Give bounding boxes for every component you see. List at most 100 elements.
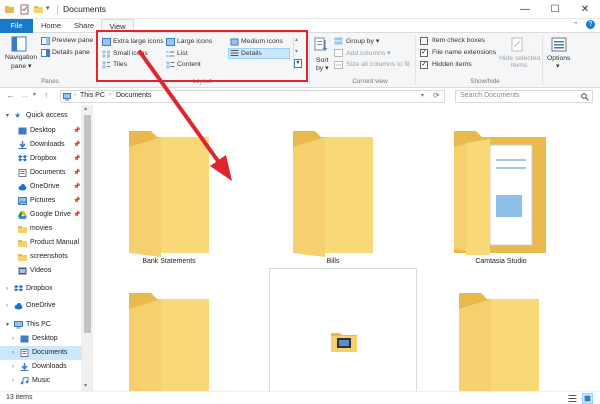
nav-pc-documents-selected[interactable]: › Documents bbox=[0, 346, 82, 360]
up-arrow-icon[interactable]: ↑ bbox=[44, 90, 49, 100]
pin-icon[interactable]: 📌 bbox=[73, 124, 80, 138]
breadcrumb-chevron-icon[interactable]: › bbox=[109, 92, 111, 98]
file-tile[interactable] bbox=[269, 268, 417, 391]
hidden-items-checkbox[interactable]: ✓ bbox=[420, 61, 428, 69]
new-folder-icon[interactable] bbox=[33, 4, 44, 15]
nav-item-documents[interactable]: Documents 📌 bbox=[0, 166, 82, 180]
pin-icon[interactable]: 📌 bbox=[73, 138, 80, 152]
options-dropdown-icon[interactable]: ▾ bbox=[556, 62, 559, 70]
collapse-arrow-icon[interactable]: ▾ bbox=[6, 318, 9, 332]
breadcrumb-chevron-icon[interactable]: › bbox=[74, 92, 76, 98]
nav-item-desktop[interactable]: Desktop 📌 bbox=[0, 124, 82, 138]
navigation-pane-label[interactable]: Navigation bbox=[5, 54, 37, 61]
expand-arrow-icon[interactable]: › bbox=[12, 374, 14, 388]
nav-onedrive-root[interactable]: › OneDrive bbox=[0, 299, 82, 313]
minimize-button[interactable]: — bbox=[510, 0, 540, 19]
expand-arrow-icon[interactable]: › bbox=[6, 299, 8, 313]
nav-dropbox-root[interactable]: › Dropbox bbox=[0, 282, 82, 296]
pictures-icon bbox=[18, 197, 27, 205]
nav-pc-downloads[interactable]: › Downloads bbox=[0, 360, 82, 374]
pin-icon[interactable]: 📌 bbox=[73, 166, 80, 180]
pin-icon[interactable]: 📌 bbox=[73, 180, 80, 194]
search-box[interactable]: Search Documents bbox=[455, 90, 593, 103]
add-columns-button[interactable]: Add columns ▾ bbox=[346, 49, 391, 57]
pin-icon[interactable]: 📌 bbox=[73, 208, 80, 222]
nav-scrollbar[interactable]: ▴ ▾ bbox=[82, 105, 93, 391]
folder-icon[interactable] bbox=[125, 287, 213, 391]
nav-pc-desktop[interactable]: › Desktop bbox=[0, 332, 82, 346]
details-pane-button[interactable]: Details pane bbox=[52, 49, 90, 56]
item-check-boxes-checkbox[interactable] bbox=[420, 37, 428, 45]
expand-arrow-icon[interactable]: › bbox=[12, 360, 14, 374]
details-view-icon[interactable] bbox=[568, 394, 577, 403]
nav-item-pictures[interactable]: Pictures 📌 bbox=[0, 194, 82, 208]
scroll-up-icon[interactable]: ▴ bbox=[84, 105, 87, 112]
preview-pane-button[interactable]: Preview pane bbox=[52, 37, 93, 44]
breadcrumb-this-pc[interactable]: This PC bbox=[80, 92, 105, 99]
nav-item-downloads[interactable]: Downloads 📌 bbox=[0, 138, 82, 152]
back-arrow-icon[interactable]: ← bbox=[6, 90, 15, 100]
folder-label[interactable]: Bank Statements bbox=[119, 258, 219, 265]
breadcrumb-documents[interactable]: Documents bbox=[116, 92, 151, 99]
group-by-button[interactable]: Group by ▾ bbox=[346, 37, 379, 45]
help-icon[interactable]: ? bbox=[586, 20, 595, 29]
nav-item-google-drive[interactable]: Google Drive 📌 bbox=[0, 208, 82, 222]
folder-with-files-icon[interactable] bbox=[450, 125, 550, 257]
nav-item-screenshots[interactable]: screenshots bbox=[0, 250, 82, 264]
close-button[interactable]: ✕ bbox=[570, 0, 600, 19]
hide-selected-button-2[interactable]: items bbox=[511, 62, 527, 69]
options-icon[interactable] bbox=[551, 37, 567, 52]
address-box[interactable]: › This PC › Documents ▾ ⟳ bbox=[60, 90, 445, 103]
tab-home[interactable]: Home bbox=[36, 19, 66, 33]
folder-icon[interactable] bbox=[455, 287, 543, 391]
options-button[interactable]: Options bbox=[547, 55, 570, 62]
hide-selected-button[interactable]: Hide selected bbox=[499, 55, 540, 62]
ribbon-collapse-icon[interactable]: ⌃ bbox=[573, 21, 579, 29]
window-title: Documents bbox=[63, 4, 106, 14]
large-icons-view-icon[interactable] bbox=[582, 393, 593, 404]
collapse-arrow-icon[interactable]: ▾ bbox=[6, 109, 9, 123]
expand-arrow-icon[interactable]: › bbox=[6, 282, 8, 296]
ribbon-separator bbox=[542, 35, 543, 85]
refresh-icon[interactable]: ⟳ bbox=[433, 91, 440, 100]
sort-by-icon[interactable] bbox=[314, 37, 328, 53]
search-input[interactable]: Search Documents bbox=[460, 92, 520, 99]
pin-icon[interactable]: 📌 bbox=[73, 152, 80, 166]
folder-label[interactable]: Camtasia Studio bbox=[451, 258, 551, 265]
properties-icon[interactable] bbox=[19, 4, 30, 15]
nav-this-pc[interactable]: ▾ This PC bbox=[0, 318, 82, 332]
expand-arrow-icon[interactable]: › bbox=[12, 332, 14, 346]
file-name-extensions-checkbox[interactable]: ✓ bbox=[420, 49, 428, 57]
tab-file[interactable]: File bbox=[0, 19, 33, 33]
navigation-pane-label-2[interactable]: pane ▾ bbox=[11, 62, 31, 70]
forward-arrow-icon[interactable]: → bbox=[20, 90, 29, 100]
nav-item-label: Dropbox bbox=[26, 285, 53, 292]
sort-by-label[interactable]: Sort bbox=[316, 57, 328, 64]
expand-arrow-icon[interactable]: › bbox=[12, 346, 14, 360]
folder-label[interactable]: Bills bbox=[293, 258, 373, 265]
folder-icon[interactable] bbox=[125, 125, 213, 257]
nav-item-onedrive[interactable]: OneDrive 📌 bbox=[0, 180, 82, 194]
nav-item-videos[interactable]: Videos bbox=[0, 264, 82, 278]
search-icon[interactable] bbox=[581, 93, 589, 101]
folder-icon[interactable] bbox=[289, 125, 377, 257]
nav-item-movies[interactable]: movies bbox=[0, 222, 82, 236]
nav-item-product-manual[interactable]: Product Manual bbox=[0, 236, 82, 250]
nav-pc-music[interactable]: › Music bbox=[0, 374, 82, 388]
pin-icon[interactable]: 📌 bbox=[73, 194, 80, 208]
nav-item-label: Dropbox bbox=[30, 155, 57, 162]
nav-quick-access[interactable]: ▾ ★ Quick access bbox=[0, 109, 82, 123]
qa-dropdown-icon[interactable]: ▾ bbox=[46, 4, 50, 12]
nav-item-dropbox[interactable]: Dropbox 📌 bbox=[0, 152, 82, 166]
maximize-button[interactable]: ☐ bbox=[540, 0, 570, 19]
scrollbar-thumb[interactable] bbox=[84, 115, 91, 333]
scroll-down-icon[interactable]: ▾ bbox=[84, 382, 87, 389]
desktop-icon bbox=[20, 335, 29, 343]
address-dropdown-icon[interactable]: ▾ bbox=[421, 92, 424, 99]
navigation-pane-icon[interactable] bbox=[11, 36, 27, 52]
size-columns-button[interactable]: Size all columns to fit bbox=[346, 61, 410, 68]
nav-item-label: Desktop bbox=[32, 335, 58, 342]
nav-item-label: screenshots bbox=[30, 253, 68, 260]
recent-locations-icon[interactable]: ▾ bbox=[33, 91, 36, 98]
sort-by-label-2[interactable]: by ▾ bbox=[316, 64, 328, 72]
